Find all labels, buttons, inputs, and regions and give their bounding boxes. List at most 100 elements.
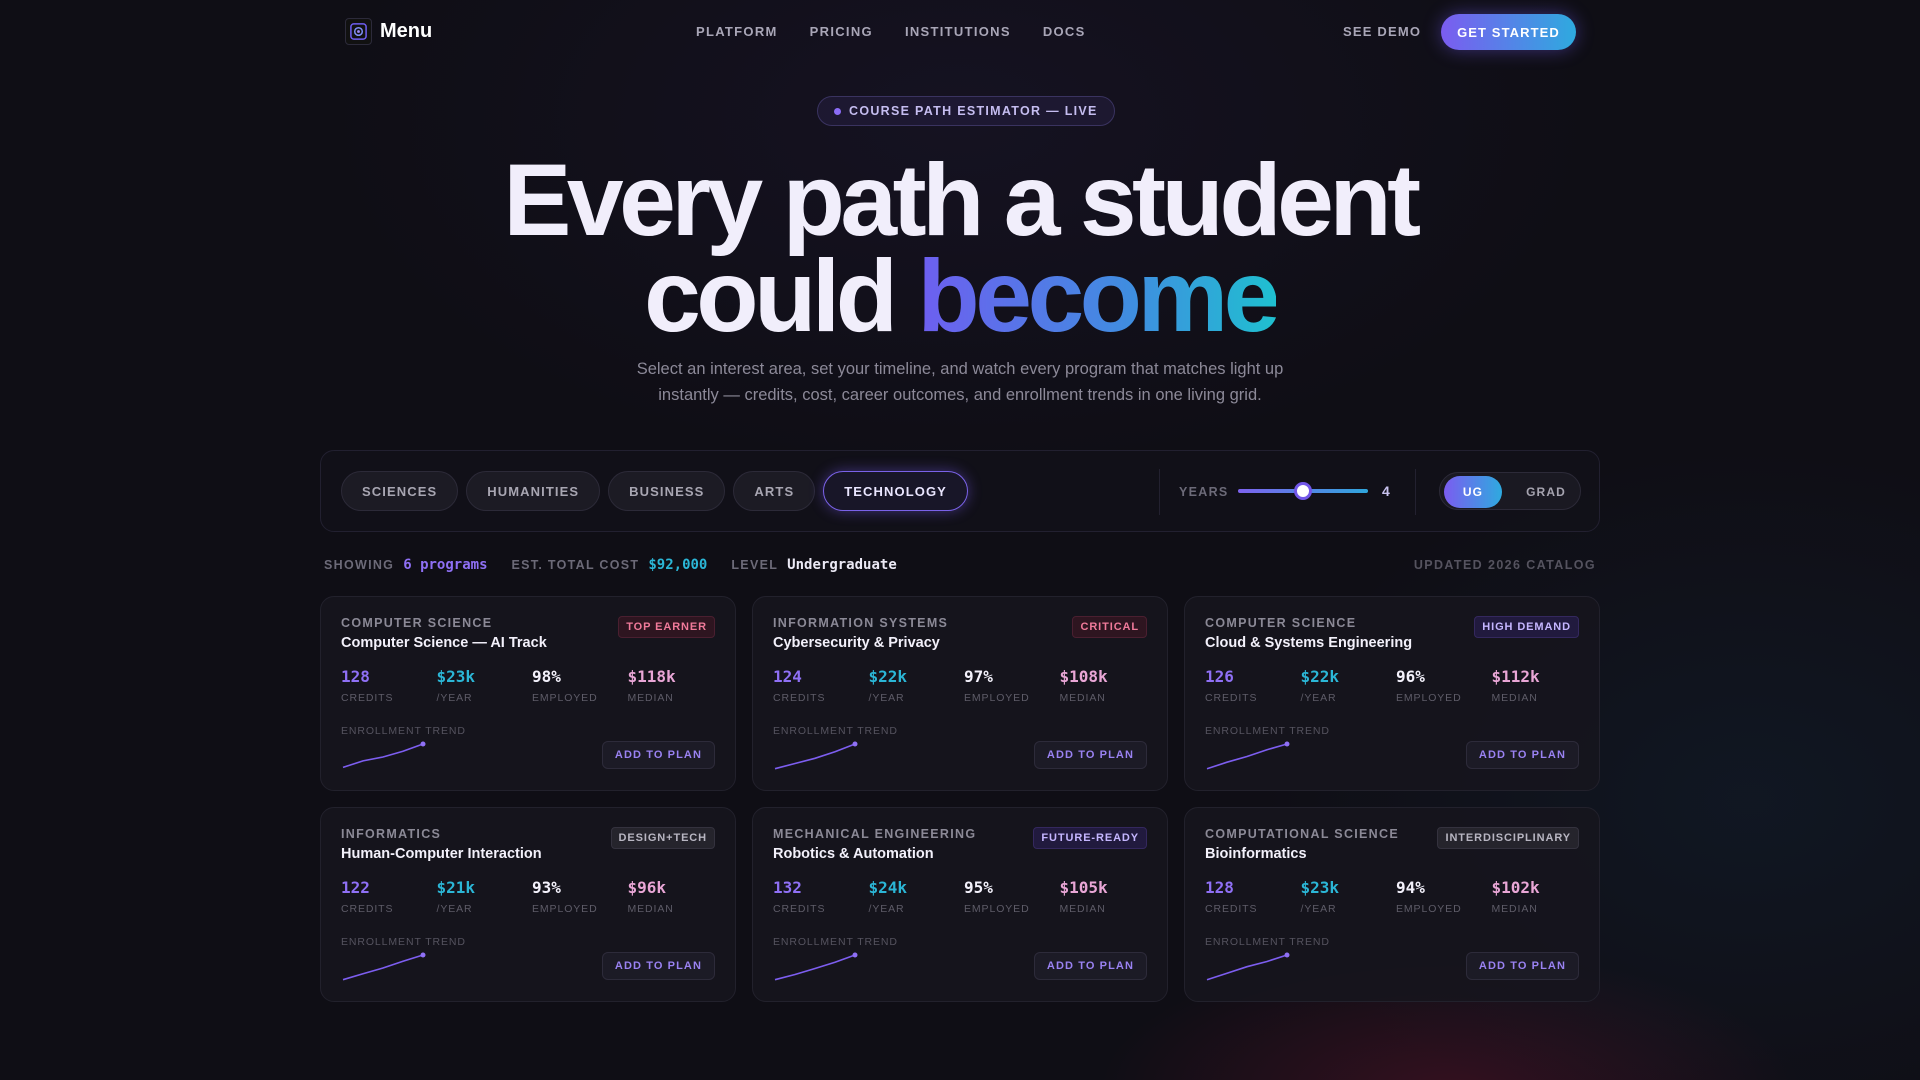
program-card[interactable]: COMPUTATIONAL SCIENCE Bioinformatics INT… xyxy=(1184,807,1600,1002)
brand-logo-icon xyxy=(345,18,372,45)
program-card[interactable]: MECHANICAL ENGINEERING Robotics & Automa… xyxy=(752,807,1168,1002)
chip-sciences[interactable]: SCIENCES xyxy=(341,471,459,511)
stat-employed: 97% EMPLOYED xyxy=(964,667,1060,704)
employed-value: 96% xyxy=(1396,667,1425,686)
credits-value: 124 xyxy=(773,667,802,686)
enrollment-trend-sparkline xyxy=(774,952,858,981)
trend-line xyxy=(774,743,856,770)
cost-label: /YEAR xyxy=(868,692,905,704)
cost-label: /YEAR xyxy=(1300,692,1337,704)
program-title: Human-Computer Interaction xyxy=(341,846,542,862)
enrollment-trend-label: ENROLLMENT TREND xyxy=(341,725,466,737)
trend-endpoint xyxy=(420,952,426,958)
trend-line xyxy=(1206,954,1288,981)
enrollment-trend-sparkline xyxy=(1206,952,1290,981)
get-started-button[interactable]: GET STARTED xyxy=(1441,14,1576,50)
program-title: Cybersecurity & Privacy xyxy=(773,635,940,651)
cost-per-year-value: $23k xyxy=(1300,878,1340,897)
level-ug-option[interactable]: UG xyxy=(1444,476,1502,508)
median-label: MEDIAN xyxy=(1059,903,1106,915)
chip-technology[interactable]: TECHNOLOGY xyxy=(823,471,968,511)
stat-median: $118k MEDIAN xyxy=(628,667,724,704)
credits-value: 128 xyxy=(341,667,370,686)
stat-cost: $21k /YEAR xyxy=(437,878,533,915)
program-title: Cloud & Systems Engineering xyxy=(1205,635,1413,651)
add-to-plan-button[interactable]: ADD TO PLAN xyxy=(1033,952,1147,980)
credits-value: 128 xyxy=(1205,878,1234,897)
trend-line xyxy=(1206,743,1288,770)
add-to-plan-button[interactable]: ADD TO PLAN xyxy=(1033,741,1147,769)
cost-per-year-value: $24k xyxy=(868,878,908,897)
stat-employed: 96% EMPLOYED xyxy=(1396,667,1492,704)
program-badge: FUTURE-READY xyxy=(1033,827,1147,849)
years-slider-thumb[interactable] xyxy=(1294,482,1312,500)
stat-credits: 132 CREDITS xyxy=(773,878,869,915)
chip-business[interactable]: BUSINESS xyxy=(608,471,726,511)
divider xyxy=(1415,469,1416,515)
trend-endpoint xyxy=(852,952,858,958)
years-slider[interactable] xyxy=(1238,482,1368,500)
add-to-plan-button[interactable]: ADD TO PLAN xyxy=(601,741,715,769)
program-card[interactable]: COMPUTER SCIENCE Cloud & Systems Enginee… xyxy=(1184,596,1600,791)
stat-median: $105k MEDIAN xyxy=(1060,878,1156,915)
program-badge: TOP EARNER xyxy=(618,616,715,638)
add-to-plan-button[interactable]: ADD TO PLAN xyxy=(1465,741,1579,769)
program-card[interactable]: INFORMATION SYSTEMS Cybersecurity & Priv… xyxy=(752,596,1168,791)
cost-per-year-value: $23k xyxy=(436,667,476,686)
level-grad-option[interactable]: GRAD xyxy=(1518,476,1574,508)
chip-arts[interactable]: ARTS xyxy=(733,471,816,511)
nav-link-institutions[interactable]: INSTITUTIONS xyxy=(905,24,1011,39)
stat-credits: 122 CREDITS xyxy=(341,878,437,915)
showing-label: SHOWING xyxy=(324,558,395,572)
nav-link-docs[interactable]: DOCS xyxy=(1043,24,1086,39)
add-to-plan-button[interactable]: ADD TO PLAN xyxy=(1465,952,1579,980)
cost-label: /YEAR xyxy=(1300,903,1337,915)
employed-label: EMPLOYED xyxy=(964,903,1030,915)
program-category: COMPUTATIONAL SCIENCE xyxy=(1205,827,1399,841)
nav-link-platform[interactable]: PLATFORM xyxy=(696,24,778,39)
enrollment-trend-label: ENROLLMENT TREND xyxy=(341,936,466,948)
nav-link-pricing[interactable]: PRICING xyxy=(810,24,873,39)
enrollment-trend-sparkline xyxy=(342,741,426,769)
program-stats: 124 CREDITS $22k /YEAR 97% EMPLOYED $108… xyxy=(773,667,1155,704)
enrollment-trend-label: ENROLLMENT TREND xyxy=(773,936,898,948)
cost-label: /YEAR xyxy=(436,903,473,915)
pill-text: COURSE PATH ESTIMATOR — LIVE xyxy=(849,104,1098,118)
median-label: MEDIAN xyxy=(627,903,674,915)
credits-value: 122 xyxy=(341,878,370,897)
program-card[interactable]: INFORMATICS Human-Computer Interaction D… xyxy=(320,807,736,1002)
program-stats: 126 CREDITS $22k /YEAR 96% EMPLOYED $112… xyxy=(1205,667,1587,704)
cost-per-year-value: $22k xyxy=(1300,667,1340,686)
stat-cost: $24k /YEAR xyxy=(869,878,965,915)
live-status-pill: COURSE PATH ESTIMATOR — LIVE xyxy=(817,96,1115,126)
credits-label: CREDITS xyxy=(1205,692,1258,704)
median-salary-value: $118k xyxy=(627,667,676,686)
program-card[interactable]: COMPUTER SCIENCE Computer Science — AI T… xyxy=(320,596,736,791)
hero-title-accent: become xyxy=(917,239,1280,353)
see-demo-link[interactable]: SEE DEMO xyxy=(1343,24,1421,39)
hero-title-line-1: Every path a student xyxy=(503,143,1421,257)
employed-value: 95% xyxy=(964,878,993,897)
employed-value: 94% xyxy=(1396,878,1425,897)
program-stats: 128 CREDITS $23k /YEAR 94% EMPLOYED $102… xyxy=(1205,878,1587,915)
add-to-plan-button[interactable]: ADD TO PLAN xyxy=(601,952,715,980)
employed-value: 93% xyxy=(532,878,561,897)
median-salary-value: $112k xyxy=(1491,667,1540,686)
trend-line xyxy=(342,743,424,769)
program-stats: 128 CREDITS $23k /YEAR 98% EMPLOYED $118… xyxy=(341,667,723,704)
stat-median: $108k MEDIAN xyxy=(1060,667,1156,704)
chip-humanities[interactable]: HUMANITIES xyxy=(466,471,601,511)
stat-median: $96k MEDIAN xyxy=(628,878,724,915)
trend-endpoint xyxy=(852,741,858,747)
top-nav: Menu PLATFORM PRICING INSTITUTIONS DOCS … xyxy=(0,0,1920,64)
level-value: Undergraduate xyxy=(787,557,897,573)
brand[interactable]: Menu xyxy=(345,18,432,45)
employed-label: EMPLOYED xyxy=(532,903,598,915)
stat-cost: $22k /YEAR xyxy=(1301,667,1397,704)
cost-per-year-value: $22k xyxy=(868,667,908,686)
cost-label: EST. TOTAL COST xyxy=(511,558,640,572)
stat-credits: 124 CREDITS xyxy=(773,667,869,704)
stat-employed: 94% EMPLOYED xyxy=(1396,878,1492,915)
program-category: COMPUTER SCIENCE xyxy=(341,616,493,630)
hero-title-plain: could xyxy=(644,239,918,353)
